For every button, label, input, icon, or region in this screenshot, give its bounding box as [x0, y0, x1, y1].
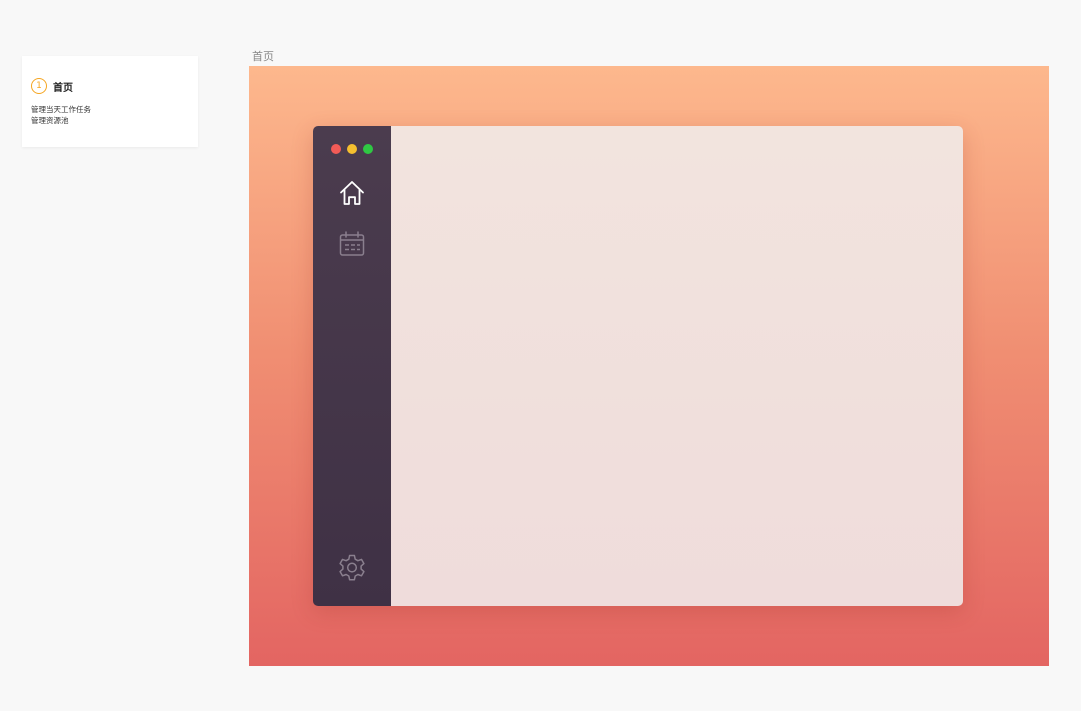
annotation-title: 首页 — [53, 82, 73, 94]
main-content-area — [391, 126, 963, 606]
annotation-line: 管理当天工作任务 — [31, 105, 91, 114]
annotation-header: 1 首页 — [31, 76, 189, 96]
sidebar — [313, 126, 391, 606]
calendar-icon[interactable] — [337, 229, 367, 259]
window-controls — [331, 144, 373, 154]
gear-icon[interactable] — [337, 552, 367, 582]
minimize-window-button[interactable] — [347, 144, 357, 154]
step-number-badge: 1 — [31, 78, 47, 94]
annotation-card: 1 首页 管理当天工作任务 管理资源池 — [22, 56, 198, 147]
maximize-window-button[interactable] — [363, 144, 373, 154]
annotation-description: 管理当天工作任务 管理资源池 — [31, 104, 189, 126]
frame-label: 首页 — [252, 50, 274, 63]
annotation-line: 管理资源池 — [31, 116, 69, 125]
home-icon[interactable] — [337, 178, 367, 208]
app-window — [313, 126, 963, 606]
close-window-button[interactable] — [331, 144, 341, 154]
artboard — [249, 66, 1049, 666]
